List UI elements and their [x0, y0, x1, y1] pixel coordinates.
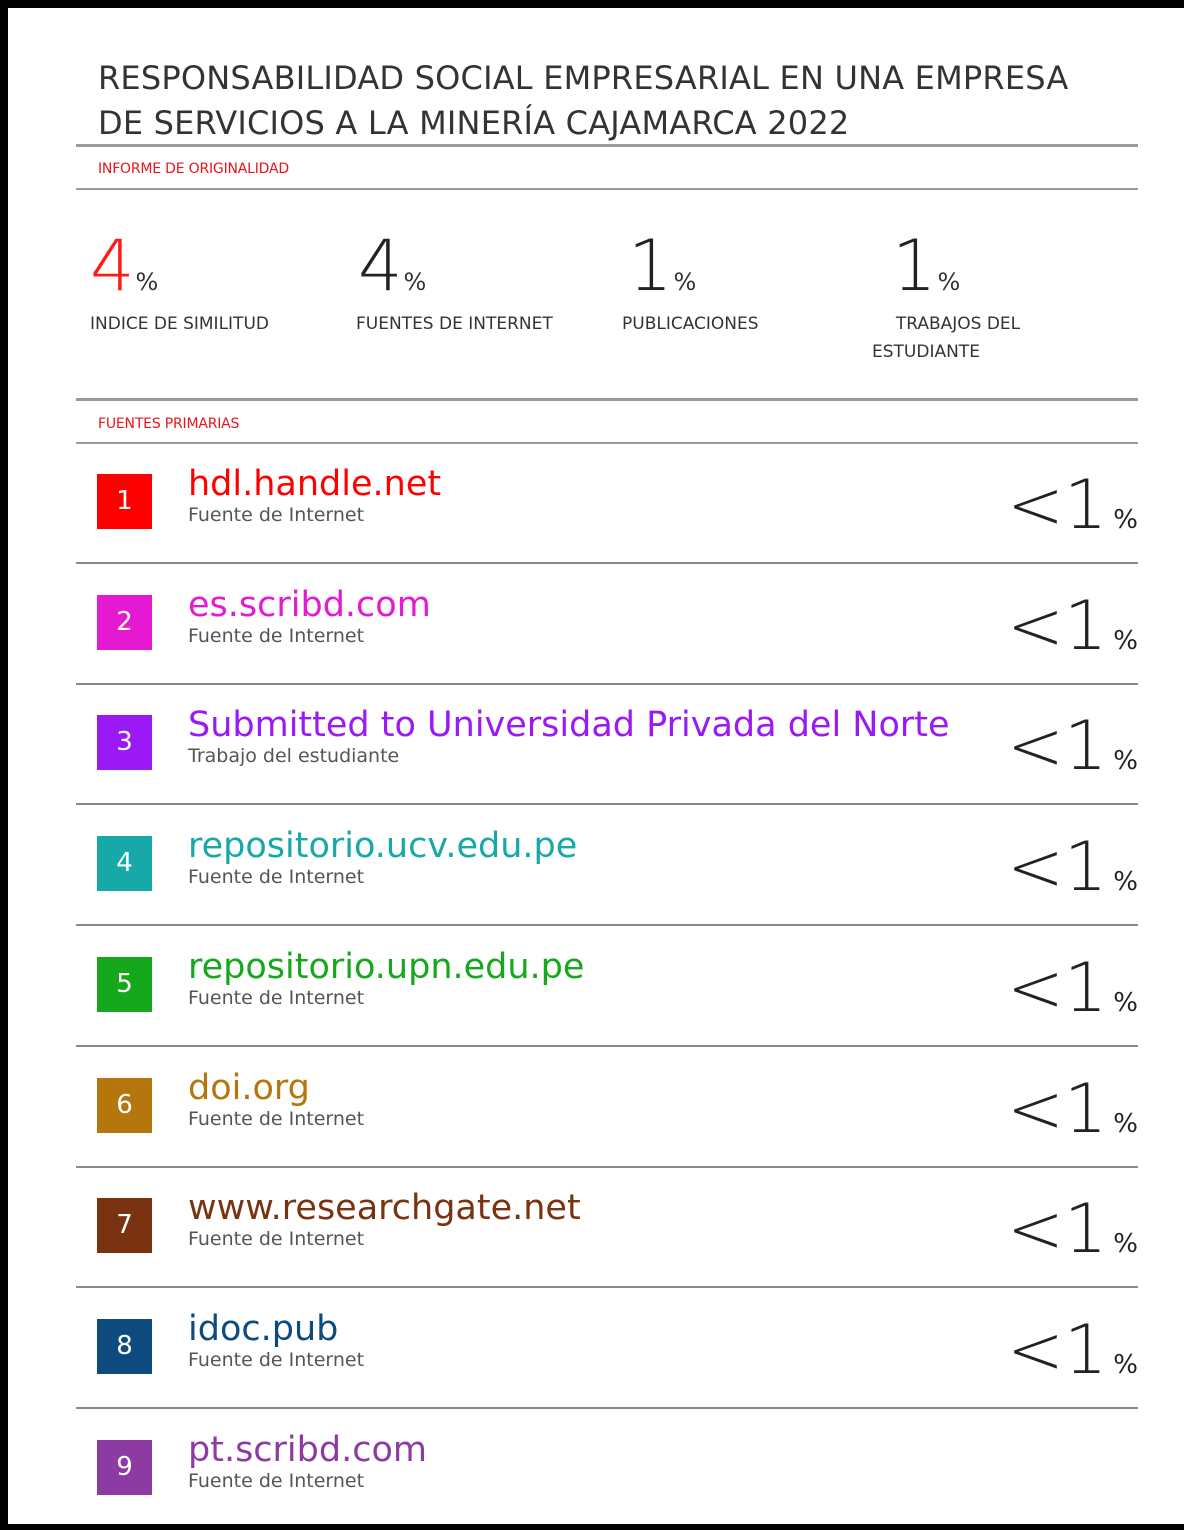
- source-divider: [76, 1286, 1138, 1289]
- student-papers-label: TRABAJOS DEL ESTUDIANTE: [858, 310, 1058, 366]
- document-title: RESPONSABILIDAD SOCIAL EMPRESARIAL EN UN…: [98, 56, 1138, 146]
- source-row[interactable]: 6 doi.org Fuente de Internet <1%: [76, 1048, 1138, 1168]
- internet-sources-value: 4: [358, 225, 403, 307]
- source-name-link[interactable]: repositorio.ucv.edu.pe: [188, 824, 577, 868]
- source-type: Fuente de Internet: [188, 1228, 365, 1251]
- source-percentage-value: <1: [1007, 586, 1108, 666]
- source-divider: [76, 682, 1138, 685]
- source-row[interactable]: 7 www.researchgate.net Fuente de Internet <…: [76, 1168, 1138, 1289]
- publications-value: 1: [628, 225, 673, 307]
- student-papers-value: 1: [892, 225, 937, 307]
- source-type: Fuente de Internet: [188, 624, 365, 647]
- source-name-link[interactable]: es.scribd.com: [188, 583, 431, 627]
- similarity-index-unit: %: [135, 268, 159, 296]
- source-row[interactable]: 9 pt.scribd.com Fuente de Internet: [76, 1410, 1138, 1530]
- similarity-index-stat: 4%: [90, 226, 158, 306]
- publications-unit: %: [673, 268, 697, 296]
- source-rank-badge: 4: [97, 836, 152, 892]
- originality-report-page: RESPONSABILIDAD SOCIAL EMPRESARIAL EN UN…: [0, 0, 1184, 1530]
- source-percentage: <1%: [1007, 1311, 1138, 1391]
- student-papers-stat: 1%: [892, 226, 960, 306]
- source-percentage: <1%: [1007, 949, 1138, 1029]
- originality-section-label: INFORME DE ORIGINALIDAD: [98, 161, 289, 177]
- source-row[interactable]: 8 idoc.pub Fuente de Internet <1%: [76, 1289, 1138, 1409]
- internet-sources-label: FUENTES DE INTERNET: [356, 314, 553, 334]
- title-line-1: RESPONSABILIDAD SOCIAL EMPRESARIAL EN UN…: [98, 59, 1069, 97]
- source-rank-badge: 8: [97, 1318, 152, 1374]
- source-rank-badge: 1: [97, 474, 152, 529]
- source-rank-badge: 3: [97, 715, 152, 771]
- source-name-link[interactable]: doi.org: [188, 1066, 310, 1110]
- source-rank-badge: 6: [97, 1077, 152, 1133]
- source-percentage: <1%: [1007, 1190, 1138, 1270]
- title-line-2: DE SERVICIOS A LA MINERÍA CAJAMARCA 2022: [98, 104, 850, 142]
- source-name-link[interactable]: Submitted to Universidad Privada del Nor…: [188, 703, 950, 747]
- source-percentage: <1%: [1007, 707, 1138, 787]
- source-row[interactable]: 5 repositorio.upn.edu.pe Fuente de Interne…: [76, 927, 1138, 1047]
- source-name-link[interactable]: repositorio.upn.edu.pe: [188, 945, 584, 989]
- source-percentage-unit: %: [1113, 625, 1138, 656]
- source-percentage-unit: %: [1113, 505, 1138, 535]
- source-row[interactable]: 2 es.scribd.com Fuente de Internet <1%: [76, 565, 1138, 685]
- source-percentage-unit: %: [1113, 1349, 1138, 1380]
- source-type: Fuente de Internet: [188, 1107, 365, 1130]
- source-divider: [76, 924, 1138, 927]
- source-percentage-value: <1: [1007, 1190, 1108, 1270]
- title-divider: [76, 144, 1138, 147]
- source-type: Fuente de Internet: [188, 1348, 365, 1371]
- publications-stat: 1%: [628, 226, 696, 306]
- source-percentage: <1%: [1007, 587, 1138, 667]
- source-divider: [76, 803, 1138, 806]
- source-name-link[interactable]: pt.scribd.com: [188, 1428, 427, 1472]
- source-percentage-unit: %: [1113, 746, 1138, 777]
- source-divider: [76, 562, 1138, 564]
- source-percentage-value: <1: [1007, 466, 1108, 545]
- source-percentage: <1%: [1007, 466, 1138, 546]
- source-percentage: <1%: [1007, 828, 1138, 908]
- source-name-link[interactable]: hdl.handle.net: [188, 462, 441, 506]
- student-papers-unit: %: [937, 268, 961, 296]
- source-percentage-unit: %: [1113, 987, 1138, 1018]
- source-rank-badge: 5: [97, 956, 152, 1012]
- source-row[interactable]: 1 hdl.handle.net Fuente de Internet <1%: [76, 444, 1138, 564]
- originality-divider: [76, 188, 1138, 190]
- source-row[interactable]: 4 repositorio.ucv.edu.pe Fuente de Interne…: [76, 806, 1138, 927]
- source-type: Fuente de Internet: [188, 866, 365, 889]
- source-rank-badge: 7: [97, 1198, 152, 1254]
- source-rank-badge: 2: [97, 594, 152, 650]
- source-percentage-value: <1: [1007, 828, 1108, 908]
- source-name-link[interactable]: idoc.pub: [188, 1307, 338, 1351]
- internet-sources-stat: 4%: [358, 226, 426, 306]
- source-percentage-unit: %: [1113, 1108, 1138, 1139]
- source-percentage-value: <1: [1007, 1310, 1108, 1390]
- internet-sources-unit: %: [403, 268, 427, 296]
- source-divider: [76, 1044, 1138, 1047]
- source-percentage-unit: %: [1113, 1229, 1138, 1260]
- source-divider: [76, 1165, 1138, 1168]
- source-percentage-value: <1: [1007, 948, 1108, 1028]
- source-type: Fuente de Internet: [188, 504, 365, 526]
- similarity-index-value: 4: [90, 225, 135, 307]
- source-rank-badge: 9: [97, 1439, 152, 1495]
- similarity-index-label: INDICE DE SIMILITUD: [90, 314, 269, 334]
- student-papers-label-line-1: TRABAJOS DEL: [895, 314, 1021, 334]
- source-percentage-value: <1: [1007, 707, 1108, 787]
- source-name-link[interactable]: www.researchgate.net: [188, 1186, 581, 1230]
- source-percentage-value: <1: [1007, 1069, 1108, 1149]
- source-type: Trabajo del estudiante: [188, 745, 400, 768]
- source-row[interactable]: 3 Submitted to Universidad Privada del No…: [76, 685, 1138, 806]
- publications-label: PUBLICACIONES: [622, 314, 759, 334]
- student-papers-label-line-2: ESTUDIANTE: [872, 342, 980, 362]
- source-percentage-unit: %: [1113, 867, 1138, 898]
- source-percentage: <1%: [1007, 1070, 1138, 1150]
- source-type: Fuente de Internet: [188, 986, 365, 1009]
- source-type: Fuente de Internet: [188, 1469, 365, 1492]
- stats-divider: [76, 398, 1138, 401]
- source-divider: [76, 1406, 1138, 1409]
- primary-sources-section-label: FUENTES PRIMARIAS: [98, 416, 240, 432]
